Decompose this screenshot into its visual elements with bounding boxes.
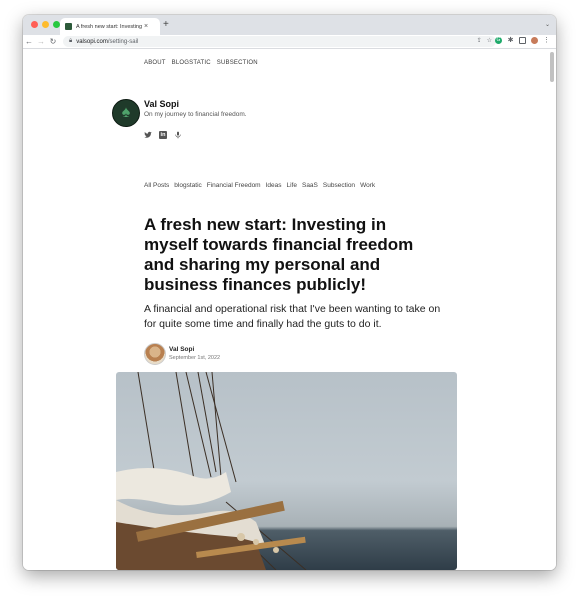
tab-bar: A fresh new start: Investing in × + ⌄	[23, 15, 556, 35]
browser-tab[interactable]: A fresh new start: Investing in ×	[60, 18, 160, 35]
extension-icons: G ✱ ⋮	[495, 37, 550, 44]
post-title: A fresh new start: Investing in myself t…	[144, 215, 414, 294]
back-arrow-icon[interactable]: ←	[23, 37, 35, 46]
address-bar[interactable]: 🔒︎ valsopi.com/setting-sail ⇪ ☆	[63, 36, 496, 47]
author-name[interactable]: Val Sopi	[169, 346, 194, 353]
reload-icon[interactable]: ↻	[47, 37, 59, 46]
scrollbar-thumb[interactable]	[550, 52, 554, 82]
top-navigation: ABOUT BLOGSTATIC SUBSECTION	[144, 60, 258, 66]
extensions-puzzle-icon[interactable]: ✱	[507, 37, 514, 44]
category-saas[interactable]: SaaS	[302, 182, 318, 189]
grammarly-extension-icon[interactable]: G	[495, 37, 502, 44]
sailing-ship-illustration	[116, 372, 307, 570]
post-date: September 1st, 2022	[169, 355, 221, 361]
page-content: ABOUT BLOGSTATIC SUBSECTION ♠ Val Sopi O…	[23, 49, 556, 570]
spade-logo-icon: ♠	[121, 104, 131, 121]
category-blogstatic[interactable]: blogstatic	[174, 182, 201, 189]
social-links: in	[144, 131, 182, 139]
browser-toolbar: ← → ↻ 🔒︎ valsopi.com/setting-sail ⇪ ☆ G …	[23, 35, 556, 49]
window-controls	[31, 21, 60, 28]
close-window-button[interactable]	[31, 21, 38, 28]
site-name[interactable]: Val Sopi	[144, 99, 179, 109]
omnibox-icons: ⇪ ☆	[477, 37, 492, 44]
category-financial-freedom[interactable]: Financial Freedom	[207, 182, 261, 189]
linkedin-icon[interactable]: in	[159, 131, 167, 139]
podcast-icon[interactable]	[174, 131, 182, 139]
twitter-icon[interactable]	[144, 131, 152, 139]
site-logo[interactable]: ♠	[112, 99, 140, 127]
share-icon[interactable]: ⇪	[477, 37, 482, 44]
url-text: valsopi.com/setting-sail	[76, 38, 139, 45]
new-tab-button[interactable]: +	[163, 19, 169, 30]
category-life[interactable]: Life	[287, 182, 297, 189]
lock-icon: 🔒︎	[69, 38, 73, 44]
bookmark-star-icon[interactable]: ☆	[487, 37, 492, 44]
more-menu-icon[interactable]: ⋮	[543, 37, 550, 44]
hero-image	[116, 372, 457, 570]
site-favicon-icon	[65, 23, 72, 30]
post-subtitle: A financial and operational risk that I'…	[144, 303, 441, 330]
site-tagline: On my journey to financial freedom.	[144, 111, 247, 118]
category-subsection[interactable]: Subsection	[323, 182, 355, 189]
minimize-window-button[interactable]	[42, 21, 49, 28]
author-avatar[interactable]	[144, 343, 166, 365]
category-work[interactable]: Work	[360, 182, 375, 189]
forward-arrow-icon[interactable]: →	[35, 37, 47, 46]
nav-link-blogstatic[interactable]: BLOGSTATIC	[172, 60, 211, 66]
profile-avatar-icon[interactable]	[531, 37, 538, 44]
tab-close-button[interactable]: ×	[144, 23, 148, 30]
nav-link-subsection[interactable]: SUBSECTION	[217, 60, 258, 66]
category-ideas[interactable]: Ideas	[266, 182, 282, 189]
tab-title: A fresh new start: Investing in	[76, 23, 142, 30]
category-all-posts[interactable]: All Posts	[144, 182, 169, 189]
side-panel-icon[interactable]	[519, 37, 526, 44]
browser-window: A fresh new start: Investing in × + ⌄ ← …	[23, 15, 556, 570]
category-navigation: All Posts blogstatic Financial Freedom I…	[144, 182, 375, 189]
tab-search-chevron-icon[interactable]: ⌄	[545, 21, 550, 28]
nav-link-about[interactable]: ABOUT	[144, 60, 166, 66]
maximize-window-button[interactable]	[53, 21, 60, 28]
